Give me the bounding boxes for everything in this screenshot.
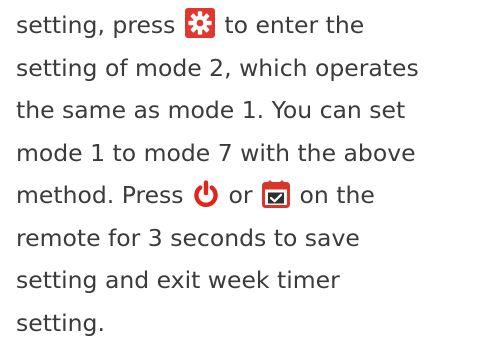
- instruction-paragraph: setting, press to enter the setting of m…: [16, 4, 478, 344]
- calendar-check-icon: [262, 180, 290, 208]
- text-line-8: setting.: [16, 302, 478, 344]
- text-line-2: setting of mode 2, which operates: [16, 47, 478, 90]
- line-5-pre: method. Press: [16, 181, 184, 209]
- text-line-6: remote for 3 seconds to save: [16, 217, 478, 260]
- text-line-4: mode 1 to mode 7 with the above: [16, 132, 478, 175]
- line-1-post: to enter the: [224, 11, 364, 39]
- line-5-mid: or: [229, 181, 253, 209]
- text-line-7: setting and exit week timer: [16, 259, 478, 302]
- text-line-3: the same as mode 1. You can set: [16, 89, 478, 132]
- text-line-1: setting, press to enter the: [16, 4, 478, 47]
- gear-icon: [185, 8, 215, 38]
- line-5-post: on the: [300, 181, 375, 209]
- text-line-5: method. Press or on the: [16, 174, 478, 217]
- line-1-pre: setting, press: [16, 11, 175, 39]
- power-icon: [193, 180, 219, 208]
